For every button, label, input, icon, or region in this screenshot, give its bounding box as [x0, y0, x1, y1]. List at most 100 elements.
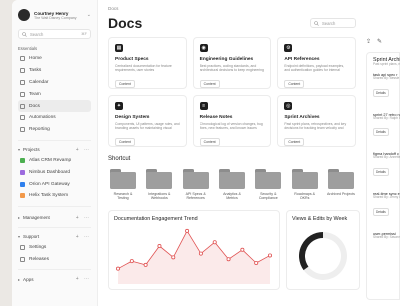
doc-card[interactable]: ≡ Release Notes Chronological log of ver… — [192, 95, 272, 147]
folder-icon — [291, 169, 318, 189]
doc-card[interactable]: ◎ Sprint Archives Past sprint plans, ret… — [277, 95, 356, 147]
chevron-right-icon: ▸ — [18, 215, 21, 221]
folder-label: Integrations & Webhooks — [148, 192, 171, 201]
content-button[interactable]: Content — [284, 138, 305, 146]
trend-point[interactable] — [212, 240, 217, 245]
folder-shortcut[interactable]: Security & Compliance — [253, 169, 283, 200]
avatar — [18, 9, 30, 21]
details-button[interactable]: Details — [373, 207, 389, 216]
sidebar-search-input[interactable]: Search ⌘F — [18, 29, 91, 39]
search-icon — [314, 20, 319, 26]
support-section-header[interactable]: ▾ Support + ⋯ — [18, 232, 91, 242]
trend-point[interactable] — [171, 255, 176, 260]
content-button[interactable]: Content — [199, 138, 220, 146]
main-search-input[interactable]: Search — [310, 18, 356, 28]
list-item[interactable]: real-time sync e Shared By: Jenny Wilson… — [373, 192, 400, 218]
folder-icon — [182, 169, 209, 189]
doc-card[interactable]: ✦ Design System Components, UI patterns,… — [108, 95, 187, 147]
sidebar-item-home[interactable]: Home — [18, 53, 91, 65]
doc-card[interactable]: ◉ Engineering Guidelines Best practices,… — [192, 37, 272, 89]
trend-point[interactable] — [157, 244, 162, 249]
list-item[interactable]: sprint 27 retro no Shared By: Ralph Edwa… — [373, 113, 400, 139]
management-actions-icon[interactable]: + ⋯ — [76, 215, 91, 221]
main-content: Docs Docs Search ▦ Product Specs Central… — [98, 0, 366, 306]
doc-card[interactable]: ▦ Product Specs Centralized documentatio… — [108, 37, 187, 89]
sidebar-item-releases[interactable]: Releases — [18, 254, 91, 266]
chevron-updown-icon: ⌄ — [86, 12, 91, 18]
shortcut-title: Shortcut — [108, 156, 131, 162]
content-button[interactable]: Content — [284, 80, 305, 88]
charts-row: Documentation Engagement Trend Views & E… — [108, 210, 360, 291]
support-actions-icon[interactable]: + ⋯ — [76, 234, 91, 240]
folder-shortcut[interactable]: Analytics & Metrics — [217, 169, 247, 200]
folder-icon — [327, 169, 354, 189]
details-button[interactable]: Details — [373, 128, 389, 137]
card-description: Components, UI patterns, usage rules, an… — [115, 122, 180, 130]
project-item-orion[interactable]: Orion API Gateway — [18, 178, 91, 190]
palette-icon: ✦ — [115, 102, 123, 110]
chevron-down-icon: ▾ — [18, 234, 21, 240]
docs-icon — [20, 103, 25, 109]
trend-point[interactable] — [116, 267, 121, 272]
sidebar-item-tasks[interactable]: Tasks — [18, 65, 91, 77]
card-title: Engineering Guidelines — [199, 57, 254, 62]
code-icon: ◉ — [199, 44, 208, 52]
trend-point[interactable] — [129, 259, 134, 264]
projects-title: Projects — [23, 147, 40, 153]
apps-actions-icon[interactable]: + ⋯ — [76, 276, 91, 282]
trend-point[interactable] — [254, 261, 259, 266]
management-section-header[interactable]: ▸ Management + ⋯ — [18, 213, 91, 223]
profile-switcher[interactable]: Courtney Henry The Walt Disney Company ⌄ — [18, 6, 91, 24]
apps-section-header[interactable]: ▸ Apps + ⋯ — [18, 274, 91, 284]
list-item[interactable]: user-permissi Shared By: Savannah Ng — [373, 232, 400, 240]
doc-cards-grid: ▦ Product Specs Centralized documentatio… — [108, 37, 356, 147]
sidebar-item-automations[interactable]: Automations — [18, 112, 91, 124]
projects-section-header[interactable]: ▾ Projects + ⋯ — [18, 145, 91, 155]
trend-point[interactable] — [226, 257, 231, 262]
sidebar-item-reporting[interactable]: Reporting — [18, 124, 91, 136]
folder-shortcut[interactable]: Integrations & Webhooks — [144, 169, 174, 200]
project-item-nimbus[interactable]: Nimbus Dashboard — [18, 166, 91, 178]
details-button[interactable]: Details — [373, 88, 389, 97]
content-button[interactable]: Content — [199, 80, 220, 88]
folder-label: Archived Projects — [326, 192, 355, 196]
search-placeholder: Search — [30, 31, 44, 37]
folder-shortcut[interactable]: API Specs & References — [181, 169, 211, 200]
search-icon — [22, 31, 27, 37]
add-project-icon[interactable]: + ⋯ — [76, 147, 91, 153]
views-chart-card: Views & Edits by Week — [286, 210, 360, 291]
sidebar-item-team[interactable]: Team — [18, 88, 91, 100]
divider — [18, 226, 91, 228]
trend-point[interactable] — [240, 248, 245, 253]
content-button[interactable]: Content — [115, 138, 135, 146]
divider — [18, 269, 91, 271]
content-button[interactable]: Content — [115, 80, 135, 88]
sidebar-item-settings[interactable]: Settings — [18, 242, 91, 254]
list-item[interactable]: task api spec r Shared By: Bessie Coop D… — [373, 73, 400, 99]
breadcrumb[interactable]: Docs — [108, 6, 356, 11]
folder-shortcut[interactable]: Research & Testing — [108, 169, 138, 200]
chevron-down-icon: ▾ — [18, 147, 21, 153]
list-item[interactable]: figma handoff c Shared By: Annette Black… — [373, 152, 400, 178]
project-item-atlas[interactable]: Atlas CRM Revamp — [18, 155, 91, 167]
calendar-icon — [20, 79, 25, 85]
doc-card[interactable]: ⚙ API References Endpoint definitions, p… — [277, 37, 356, 89]
automations-icon — [20, 115, 25, 121]
folder-label: Analytics & Metrics — [223, 192, 241, 201]
page-title: Docs — [108, 15, 143, 31]
project-item-helix[interactable]: Helix Task System — [18, 190, 91, 202]
sidebar-item-docs[interactable]: Docs — [18, 100, 91, 112]
trend-point[interactable] — [143, 263, 148, 268]
sidebar-item-calendar[interactable]: Calendar — [18, 77, 91, 89]
details-button[interactable]: Details — [373, 168, 389, 177]
trend-chart-card: Documentation Engagement Trend — [108, 210, 280, 291]
trend-point[interactable] — [267, 253, 272, 258]
management-title: Management — [23, 215, 50, 221]
trend-point[interactable] — [185, 229, 190, 234]
chevron-right-icon: ▸ — [18, 276, 21, 282]
folder-shortcut[interactable]: Roadmaps & OKRs — [290, 169, 320, 200]
donut-slice[interactable] — [299, 232, 323, 271]
trend-point[interactable] — [198, 251, 203, 256]
folder-shortcut[interactable]: Archived Projects — [326, 169, 356, 200]
card-title: Product Specs — [115, 57, 149, 62]
